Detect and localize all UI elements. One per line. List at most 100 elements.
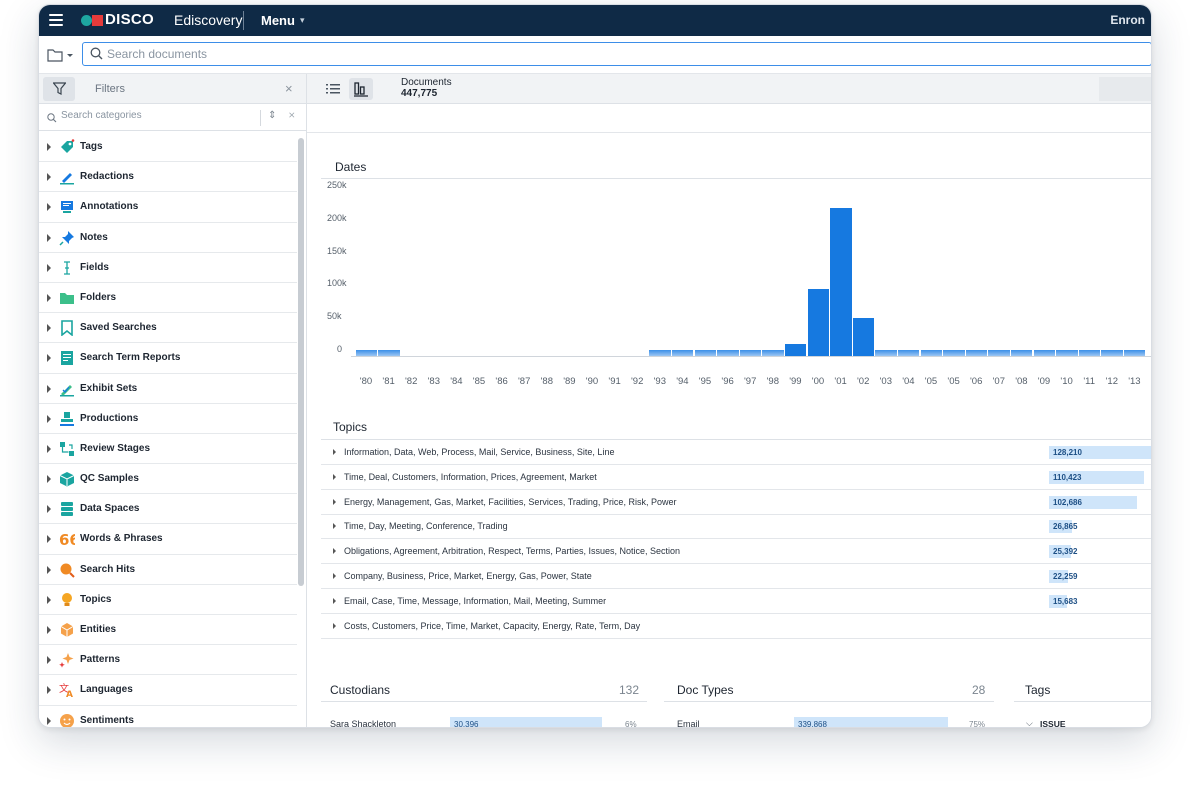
- expand-caret-icon[interactable]: [47, 384, 51, 393]
- sidebar-item-qc-samples[interactable]: QC Samples: [39, 464, 297, 495]
- date-bar[interactable]: [852, 317, 875, 356]
- sidebar-item-data-spaces[interactable]: Data Spaces: [39, 494, 297, 525]
- date-bar[interactable]: [717, 350, 739, 356]
- expand-caret-icon[interactable]: [47, 626, 51, 634]
- expand-caret-icon[interactable]: [333, 597, 336, 604]
- sidebar-item-entities[interactable]: Entities: [39, 615, 297, 646]
- expand-caret-icon[interactable]: [47, 535, 51, 544]
- expand-caret-icon[interactable]: [333, 622, 336, 629]
- expand-caret-icon[interactable]: [47, 686, 51, 695]
- sidebar-item-fields[interactable]: Fields: [39, 253, 297, 283]
- topic-row[interactable]: Information, Data, Web, Process, Mail, S…: [321, 440, 1151, 465]
- date-bar[interactable]: [875, 350, 897, 356]
- topic-row[interactable]: Time, Day, Meeting, Conference, Trading 2…: [321, 514, 1151, 540]
- custodian-name[interactable]: Sara Shackleton: [330, 719, 396, 727]
- search-input[interactable]: [107, 45, 1007, 63]
- expand-caret-icon[interactable]: [47, 233, 51, 242]
- date-bar[interactable]: [1010, 350, 1033, 356]
- category-search-input[interactable]: [61, 110, 251, 121]
- collapse-all-icon[interactable]: ⨯: [288, 110, 296, 121]
- expand-caret-icon[interactable]: [47, 293, 51, 302]
- topic-row[interactable]: Costs, Customers, Price, Time, Market, C…: [321, 614, 1151, 639]
- date-bar[interactable]: [355, 350, 378, 356]
- sidebar-item-exhibit-sets[interactable]: Exhibit Sets: [39, 374, 297, 404]
- chevron-down-icon[interactable]: ▾: [300, 15, 305, 26]
- sidebar-item-review-stages[interactable]: Review Stages: [39, 434, 297, 465]
- expand-caret-icon[interactable]: [47, 324, 51, 333]
- toolbar-actions[interactable]: [1099, 77, 1151, 101]
- expand-caret-icon[interactable]: [47, 475, 51, 484]
- expand-caret-icon[interactable]: [333, 523, 336, 530]
- sidebar-item-words-phrases[interactable]: 66 Words & Phrases: [39, 524, 297, 555]
- sidebar-item-sentiments[interactable]: Sentiments: [39, 706, 297, 727]
- date-bar[interactable]: [762, 350, 784, 356]
- sidebar-item-search-hits[interactable]: Search Hits: [39, 555, 297, 585]
- matter-name[interactable]: Enron: [1110, 13, 1145, 27]
- expand-caret-icon[interactable]: [333, 573, 336, 579]
- expand-caret-icon[interactable]: [333, 473, 336, 480]
- date-bar[interactable]: [1101, 350, 1123, 356]
- date-bar[interactable]: [807, 289, 830, 356]
- expand-caret-icon[interactable]: [47, 203, 51, 212]
- date-bar[interactable]: [897, 350, 920, 356]
- expand-caret-icon[interactable]: [47, 716, 51, 725]
- topic-row[interactable]: Time, Deal, Customers, Information, Pric…: [321, 465, 1151, 490]
- tag-group-label[interactable]: ISSUE: [1040, 719, 1066, 727]
- date-bar[interactable]: [1078, 350, 1101, 356]
- expand-caret-icon[interactable]: [47, 565, 51, 574]
- close-icon[interactable]: ×: [285, 81, 293, 96]
- expand-caret-icon[interactable]: [47, 263, 51, 272]
- sidebar-item-tags[interactable]: Tags: [39, 132, 297, 163]
- expand-caret-icon[interactable]: [47, 595, 51, 604]
- date-bar[interactable]: [1056, 350, 1078, 356]
- sidebar-item-annotations[interactable]: Annotations: [39, 192, 297, 223]
- expand-caret-icon[interactable]: [47, 354, 51, 363]
- date-bar[interactable]: [671, 350, 694, 356]
- chevron-down-icon[interactable]: ⌵: [1026, 718, 1033, 727]
- sidebar-item-topics[interactable]: Topics: [39, 585, 297, 615]
- date-bar[interactable]: [694, 350, 717, 356]
- doctype-name[interactable]: Email: [677, 719, 700, 727]
- date-bar[interactable]: [965, 350, 988, 356]
- folder-dropdown-button[interactable]: [47, 47, 73, 63]
- sidebar-item-search-term-reports[interactable]: Search Term Reports: [39, 343, 297, 374]
- topic-row[interactable]: Company, Business, Price, Market, Energy…: [321, 564, 1151, 589]
- search-box[interactable]: [82, 42, 1151, 66]
- expand-caret-icon[interactable]: [47, 656, 51, 665]
- date-bar[interactable]: [920, 350, 943, 356]
- filter-toggle-button[interactable]: [43, 77, 75, 101]
- sidebar-item-redactions[interactable]: Redactions: [39, 162, 297, 193]
- sidebar-item-patterns[interactable]: Patterns: [39, 645, 297, 676]
- list-view-icon[interactable]: [325, 81, 341, 97]
- sidebar-item-saved-searches[interactable]: Saved Searches: [39, 313, 297, 344]
- sidebar-item-productions[interactable]: Productions: [39, 404, 297, 434]
- date-bar[interactable]: [784, 344, 807, 356]
- date-bar[interactable]: [378, 350, 400, 356]
- topic-row[interactable]: Email, Case, Time, Message, Information,…: [321, 589, 1151, 614]
- expand-caret-icon[interactable]: [47, 173, 51, 182]
- expand-caret-icon[interactable]: [47, 414, 51, 423]
- sidebar-item-folders[interactable]: Folders: [39, 283, 297, 314]
- sidebar-scrollbar[interactable]: [298, 138, 304, 586]
- date-bar[interactable]: [1033, 350, 1056, 356]
- expand-caret-icon[interactable]: [333, 449, 336, 455]
- expand-caret-icon[interactable]: [47, 505, 51, 514]
- date-bar[interactable]: [943, 350, 965, 356]
- topic-row[interactable]: Energy, Management, Gas, Market, Facilit…: [321, 490, 1151, 515]
- expand-caret-icon[interactable]: [47, 143, 51, 151]
- date-bar[interactable]: [830, 207, 852, 356]
- chart-view-button[interactable]: [349, 78, 373, 100]
- date-bar[interactable]: [1123, 350, 1146, 356]
- date-bar[interactable]: [649, 350, 671, 356]
- sort-updown-icon[interactable]: ⇕: [268, 110, 276, 121]
- expand-caret-icon[interactable]: [333, 548, 336, 555]
- sidebar-item-languages[interactable]: 文 A Languages: [39, 675, 297, 706]
- expand-caret-icon[interactable]: [47, 444, 51, 453]
- sidebar-item-notes[interactable]: Notes: [39, 223, 297, 253]
- topic-row[interactable]: Obligations, Agreement, Arbitration, Res…: [321, 539, 1151, 565]
- expand-caret-icon[interactable]: [333, 498, 336, 505]
- menu-button[interactable]: Menu: [261, 13, 295, 28]
- date-bar[interactable]: [739, 350, 762, 356]
- hamburger-menu-icon[interactable]: [49, 14, 63, 26]
- date-bar[interactable]: [988, 350, 1010, 356]
